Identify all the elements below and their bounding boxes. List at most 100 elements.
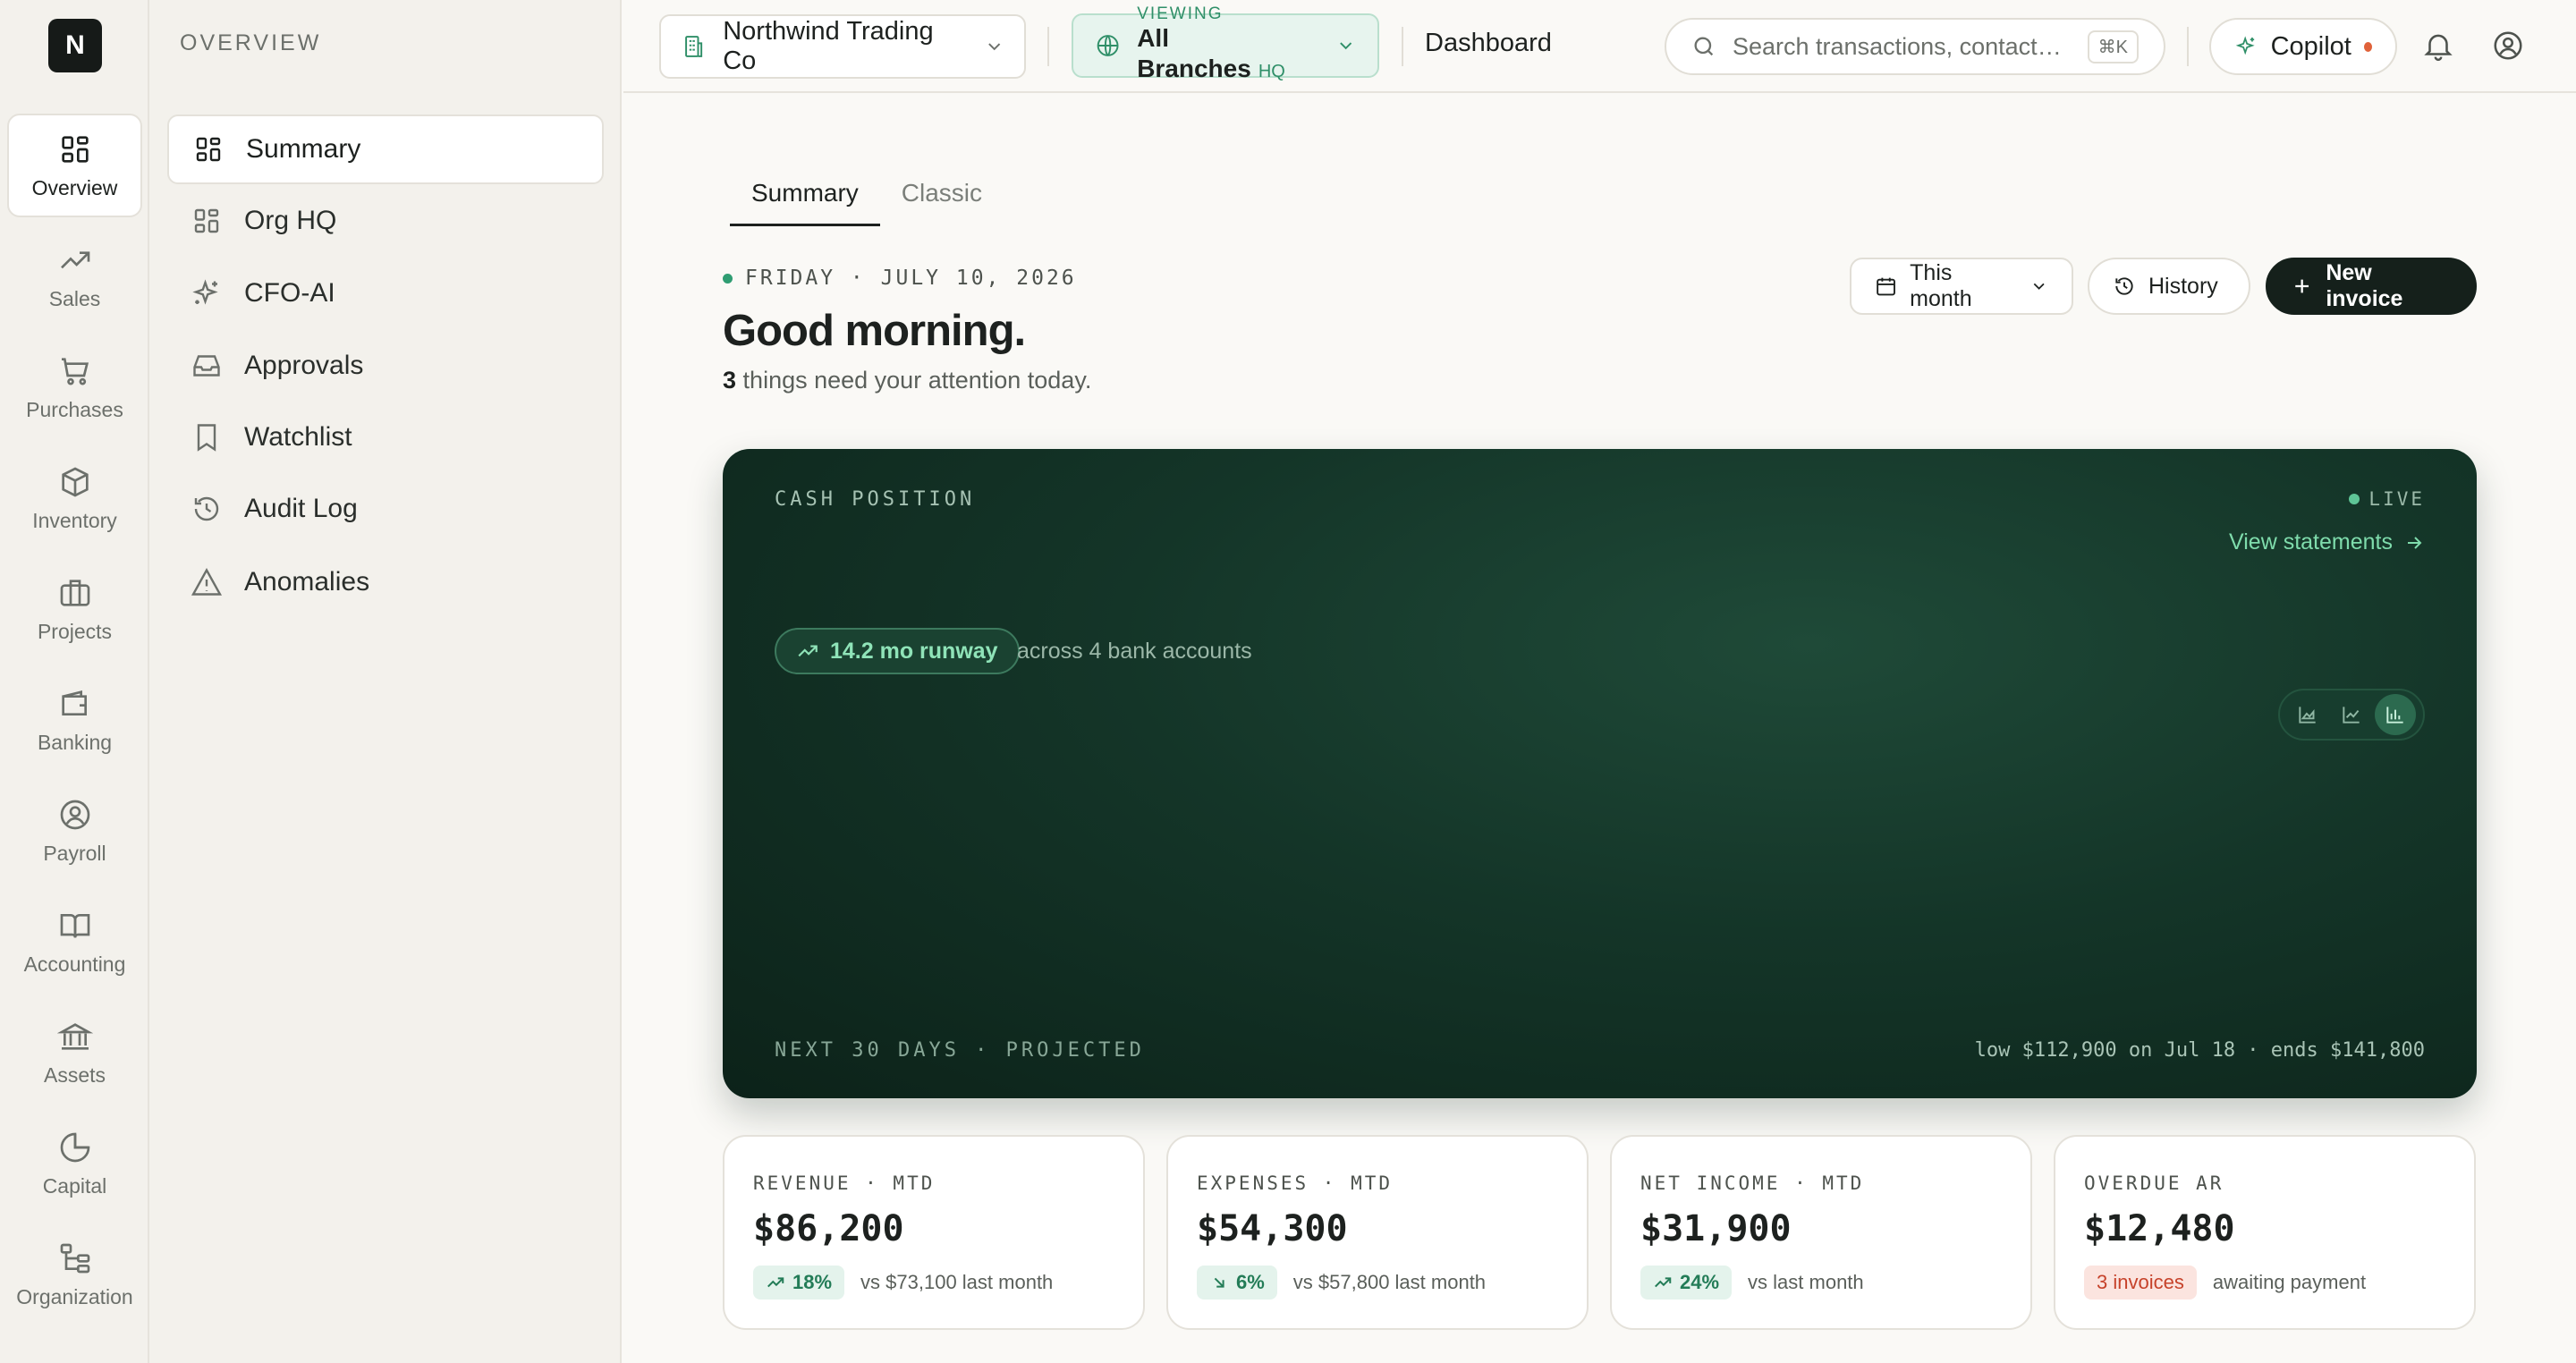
subnav-label: Watchlist	[244, 422, 352, 452]
rail-item-inventory[interactable]: Inventory	[7, 446, 142, 550]
book-icon	[60, 913, 89, 938]
kpi-change: 6%	[1236, 1271, 1265, 1293]
arrow-up-right-icon	[767, 1277, 784, 1288]
tab-summary[interactable]: Summary	[730, 170, 880, 226]
rail-label: Banking	[37, 730, 113, 754]
kpi-card-expenses[interactable]: EXPENSES · MTD $54,300 6% vs $57,800 las…	[1166, 1135, 1589, 1330]
subnav-label: CFO-AI	[244, 278, 335, 308]
kpi-card-overdue-ar[interactable]: OVERDUE AR $12,480 3 invoices awaiting p…	[2054, 1135, 2476, 1330]
new-invoice-button[interactable]: New invoice	[2266, 258, 2477, 315]
notifications-button[interactable]	[2421, 29, 2455, 63]
divider	[1047, 27, 1049, 66]
user-circle-icon	[2494, 31, 2522, 60]
org-tree-icon	[60, 1243, 89, 1273]
viewing-value-row: All Branches HQ	[1137, 23, 1318, 87]
kpi-value: $31,900	[1640, 1208, 1792, 1249]
kpi-change: 18%	[792, 1271, 833, 1293]
rail-item-sales[interactable]: Sales	[7, 224, 142, 328]
greeting: Good morning.	[723, 307, 1026, 355]
breadcrumb[interactable]: Dashboard	[1425, 29, 1552, 58]
overdue-invoices-badge[interactable]: 3 invoices	[2084, 1266, 2197, 1300]
briefcase-icon	[60, 579, 89, 606]
kpi-label: EXPENSES · MTD	[1197, 1173, 1394, 1194]
history-label: History	[2148, 273, 2218, 299]
grid-icon	[196, 137, 221, 162]
subnav-item-approvals[interactable]: Approvals	[167, 331, 604, 401]
bank-icon	[56, 1022, 93, 1050]
subnav-item-summary[interactable]: Summary	[167, 114, 604, 184]
period-selector[interactable]: This month	[1850, 258, 2073, 315]
subnav-item-audit-log[interactable]: Audit Log	[167, 474, 604, 544]
subnav-item-watchlist[interactable]: Watchlist	[167, 402, 604, 472]
kpi-card-net-income[interactable]: NET INCOME · MTD $31,900 24% vs last mon…	[1610, 1135, 2032, 1330]
area-chart-icon	[2299, 707, 2316, 724]
shortcut-hint: ⌘K	[2087, 30, 2139, 63]
kpi-note: vs $57,800 last month	[1292, 1271, 1487, 1293]
bookmark-icon	[197, 424, 216, 452]
copilot-button[interactable]: Copilot	[2209, 18, 2397, 75]
rail-label: Inventory	[32, 508, 117, 532]
rail-item-payroll[interactable]: Payroll	[7, 779, 142, 883]
period-label: This month	[1910, 260, 1972, 311]
subnav-label: Approvals	[244, 351, 364, 380]
global-search[interactable]: Search transactions, contacts,... ⌘K	[1665, 18, 2165, 75]
runway-badge: 14.2 mo runway	[775, 628, 1020, 674]
cash-position-card: CASH POSITION LIVE View statements 14.2 …	[723, 449, 2477, 1098]
user-circle-icon	[60, 800, 89, 829]
line-chart-button[interactable]	[2331, 694, 2372, 735]
runway-value: 14.2 mo runway	[830, 638, 998, 664]
copilot-status-dot	[2363, 41, 2372, 52]
rail-item-purchases[interactable]: Purchases	[7, 335, 142, 439]
rail-item-projects[interactable]: Projects	[7, 557, 142, 661]
wallet-icon	[61, 690, 87, 715]
branch-scope-selector[interactable]: VIEWING All Branches HQ	[1072, 4, 1379, 82]
subnav-item-cfo-ai[interactable]: CFO-AI	[167, 258, 604, 328]
app-logo[interactable]: N	[48, 19, 102, 72]
chart-type-toggle	[2278, 689, 2425, 741]
rail-item-banking[interactable]: Banking	[7, 668, 142, 772]
area-chart-button[interactable]	[2287, 694, 2328, 735]
rail-label: Accounting	[23, 952, 126, 976]
rail-item-overview[interactable]: Overview	[7, 114, 142, 217]
kpi-delta-row: 24% vs last month	[1640, 1266, 1864, 1300]
subnav-item-org-hq[interactable]: Org HQ	[167, 186, 604, 256]
rail-item-capital[interactable]: Capital	[7, 1112, 142, 1215]
inbox-icon	[193, 355, 220, 377]
view-statements-label: View statements	[2229, 529, 2393, 555]
company-name: Northwind Trading Co	[723, 17, 934, 75]
kpi-label: REVENUE · MTD	[753, 1173, 936, 1194]
viewing-value: All Branches	[1137, 23, 1251, 82]
icon-rail: N Overview Sales Purchases Inventory Pro…	[0, 0, 149, 1363]
projection-label: NEXT 30 DAYS · PROJECTED	[775, 1039, 1145, 1062]
bar-chart-button[interactable]	[2375, 694, 2417, 735]
rail-item-assets[interactable]: Assets	[7, 1001, 142, 1105]
rail-item-accounting[interactable]: Accounting	[7, 890, 142, 994]
arrow-right-icon	[2408, 536, 2422, 549]
company-switcher[interactable]: Northwind Trading Co	[659, 14, 1026, 79]
subnav-item-anomalies[interactable]: Anomalies	[167, 547, 604, 617]
search-input[interactable]: Search transactions, contacts,...	[1733, 33, 2072, 61]
kpi-change-chip: 24%	[1640, 1266, 1733, 1300]
new-invoice-label: New invoice	[2326, 260, 2403, 311]
history-icon	[194, 496, 219, 521]
view-statements-link[interactable]: View statements	[2229, 529, 2425, 555]
line-chart-icon	[2343, 707, 2360, 724]
arrow-up-right-icon	[1655, 1277, 1672, 1288]
tab-classic[interactable]: Classic	[880, 170, 1004, 226]
kpi-delta-row: 18% vs $73,100 last month	[753, 1266, 1053, 1300]
rail-label: Assets	[43, 1062, 106, 1087]
calendar-icon	[1877, 277, 1895, 296]
section-nav: OVERVIEW Summary Org HQ CFO-AI Approvals…	[149, 0, 622, 1363]
subnav-label: Audit Log	[244, 494, 358, 523]
kpi-change: 24%	[1680, 1271, 1720, 1293]
kpi-note: awaiting payment	[2212, 1271, 2367, 1293]
kpi-value: $86,200	[753, 1208, 904, 1249]
account-button[interactable]	[2491, 29, 2525, 63]
kpi-card-revenue[interactable]: REVENUE · MTD $86,200 18% vs $73,100 las…	[723, 1135, 1145, 1330]
rail-item-organization[interactable]: Organization	[7, 1223, 142, 1326]
rail-label: Sales	[48, 286, 101, 310]
section-heading: OVERVIEW	[180, 30, 322, 55]
history-button[interactable]: History	[2088, 258, 2250, 315]
subnav-label: Org HQ	[244, 206, 337, 235]
rail-label: Capital	[42, 1173, 107, 1198]
